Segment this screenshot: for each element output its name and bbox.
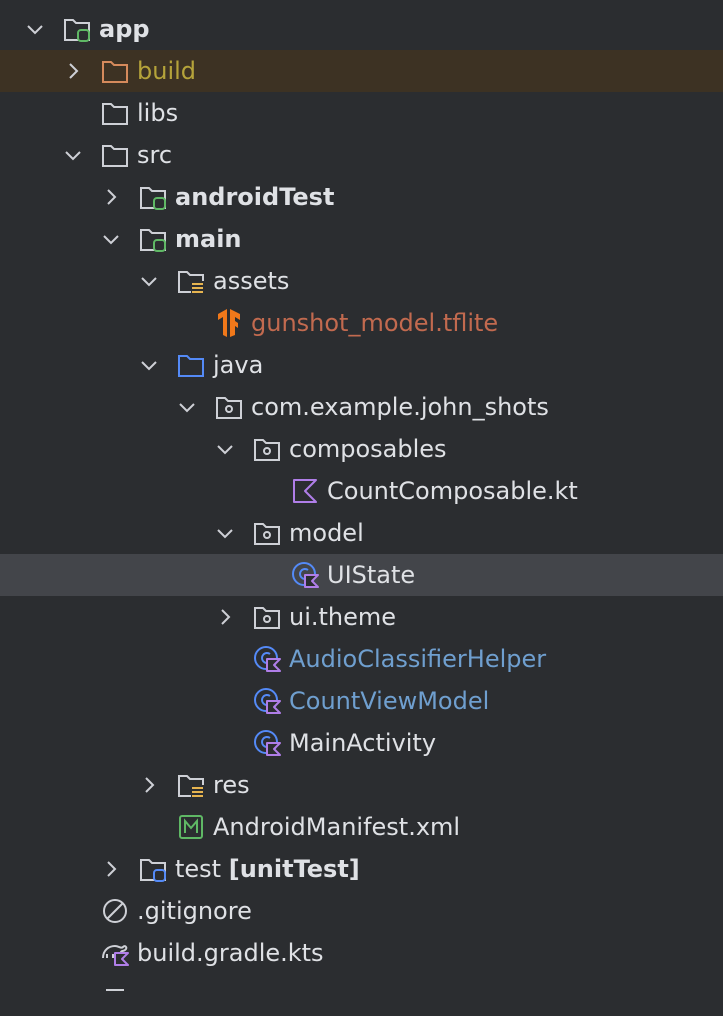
tree-label-src: src — [137, 141, 173, 169]
tree-row-gitignore[interactable]: .gitignore — [0, 890, 723, 932]
tree-row-res[interactable]: res — [0, 764, 723, 806]
kotlin-class-icon — [252, 644, 282, 674]
test-source-set-folder-icon — [138, 854, 168, 884]
tree-label-mainactivity: MainActivity — [289, 729, 437, 757]
chevron-down-icon[interactable] — [176, 396, 198, 418]
tree-row-main[interactable]: main — [0, 218, 723, 260]
source-set-folder-icon — [138, 182, 168, 212]
gradle-kotlin-icon — [100, 938, 130, 968]
tree-row-countviewmodel[interactable]: CountViewModel — [0, 680, 723, 722]
tree-row-libs[interactable]: libs — [0, 92, 723, 134]
tree-row-test[interactable]: test [unitTest] — [0, 848, 723, 890]
tree-row-composables[interactable]: composables — [0, 428, 723, 470]
tree-label-manifest: AndroidManifest.xml — [213, 813, 461, 841]
tree-label-package: com.example.john_shots — [251, 393, 549, 421]
tree-row-package[interactable]: com.example.john_shots — [0, 386, 723, 428]
tree-label-assets: assets — [213, 267, 290, 295]
tree-label-libs: libs — [137, 99, 179, 127]
chevron-right-icon[interactable] — [62, 60, 84, 82]
tree-row-assets[interactable]: assets — [0, 260, 723, 302]
chevron-down-icon[interactable] — [62, 144, 84, 166]
package-icon — [252, 602, 282, 632]
tree-row-src[interactable]: src — [0, 134, 723, 176]
tree-row-countcomposable[interactable]: CountComposable.kt — [0, 470, 723, 512]
kotlin-file-icon — [290, 476, 320, 506]
tree-label-java: java — [213, 351, 264, 379]
tree-label-uitheme: ui.theme — [289, 603, 397, 631]
tree-label-countcomposable: CountComposable.kt — [327, 477, 578, 505]
tree-label-test: test [unitTest] — [175, 848, 360, 890]
excluded-folder-icon — [100, 56, 130, 86]
tree-label-androidtest: androidTest — [175, 183, 335, 211]
tree-label-app: app — [99, 15, 150, 43]
tree-label-model: model — [289, 519, 364, 547]
tree-label-gitignore: .gitignore — [137, 897, 252, 925]
chevron-down-icon[interactable] — [214, 522, 236, 544]
source-set-folder-icon — [138, 224, 168, 254]
tree-label-tflite: gunshot_model.tflite — [251, 309, 499, 337]
folder-icon — [100, 140, 130, 170]
tree-label-main: main — [175, 225, 242, 253]
chevron-down-icon[interactable] — [24, 18, 46, 40]
chevron-right-icon[interactable] — [138, 774, 160, 796]
tree-label-res: res — [213, 771, 250, 799]
kotlin-class-icon — [252, 728, 282, 758]
tree-row-partial[interactable] — [0, 974, 723, 1016]
module-folder-icon — [62, 14, 92, 44]
tree-row-tflite[interactable]: gunshot_model.tflite — [0, 302, 723, 344]
package-icon — [252, 518, 282, 548]
manifest-file-icon — [176, 812, 206, 842]
file-icon — [100, 980, 130, 1010]
tree-label-build: build — [137, 57, 197, 85]
resources-folder-icon — [176, 770, 206, 800]
package-icon — [214, 392, 244, 422]
tree-row-uistate[interactable]: UIState — [0, 554, 723, 596]
tree-row-audioclassifierhelper[interactable]: AudioClassifierHelper — [0, 638, 723, 680]
chevron-right-icon[interactable] — [100, 186, 122, 208]
chevron-right-icon[interactable] — [100, 858, 122, 880]
kotlin-class-icon — [290, 560, 320, 590]
tree-row-java[interactable]: java — [0, 344, 723, 386]
source-folder-icon — [176, 350, 206, 380]
tensorflow-icon — [214, 308, 244, 338]
chevron-down-icon[interactable] — [138, 270, 160, 292]
tree-label-composables: composables — [289, 435, 447, 463]
tree-row-buildgradle[interactable]: build.gradle.kts — [0, 932, 723, 974]
tree-row-mainactivity[interactable]: MainActivity — [0, 722, 723, 764]
tree-row-manifest[interactable]: AndroidManifest.xml — [0, 806, 723, 848]
tree-label-countviewmodel: CountViewModel — [289, 687, 490, 715]
test-label: test — [175, 855, 222, 883]
tree-label-uistate: UIState — [327, 561, 416, 589]
package-icon — [252, 434, 282, 464]
tree-label-audioclassifierhelper: AudioClassifierHelper — [289, 645, 547, 673]
tree-label-buildgradle: build.gradle.kts — [137, 939, 324, 967]
tree-row-model[interactable]: model — [0, 512, 723, 554]
ignore-file-icon — [100, 896, 130, 926]
tree-row-app[interactable]: app — [0, 8, 723, 50]
chevron-right-icon[interactable] — [214, 606, 236, 628]
tree-row-uitheme[interactable]: ui.theme — [0, 596, 723, 638]
kotlin-class-icon — [252, 686, 282, 716]
chevron-down-icon[interactable] — [100, 228, 122, 250]
chevron-down-icon[interactable] — [214, 438, 236, 460]
folder-icon — [100, 98, 130, 128]
resources-folder-icon — [176, 266, 206, 296]
chevron-down-icon[interactable] — [138, 354, 160, 376]
tree-row-build[interactable]: build — [0, 50, 723, 92]
unit-test-tag: [unitTest] — [228, 855, 360, 883]
tree-row-androidtest[interactable]: androidTest — [0, 176, 723, 218]
